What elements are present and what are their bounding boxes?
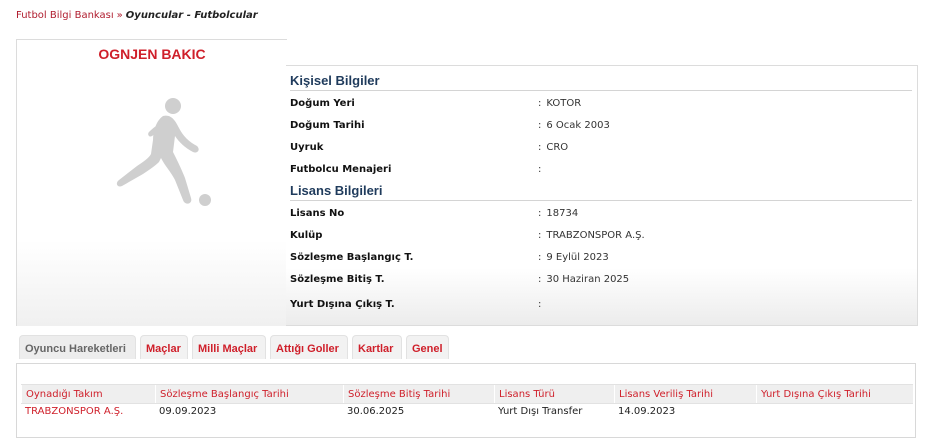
- info-row-club: Kulüp : TRABZONSPOR A.Ş.: [290, 230, 890, 246]
- breadcrumb-root-link[interactable]: Futbol Bilgi Bankası: [16, 10, 114, 21]
- player-photo-panel: OGNJEN BAKIC: [16, 39, 287, 326]
- column-header-contract-start: Sözleşme Başlangıç Tarihi: [155, 385, 343, 403]
- breadcrumb-separator: »: [116, 10, 123, 21]
- table-header: Oynadığı Takım Sözleşme Başlangıç Tarihi…: [21, 384, 913, 404]
- info-row-nationality: Uyruk : CRO: [290, 142, 890, 158]
- table-cell-license-type: Yurt Dışı Transfer: [498, 406, 583, 417]
- table-cell-contract-end: 30.06.2025: [347, 406, 405, 417]
- player-name: OGNJEN BAKIC: [98, 46, 206, 62]
- info-label: Futbolcu Menajeri: [290, 164, 392, 175]
- column-header-license-type: Lisans Türü: [494, 385, 614, 403]
- info-value: : TRABZONSPOR A.Ş.: [538, 230, 645, 241]
- info-row-contract-end: Sözleşme Bitiş T. :30 Haziran 2025: [290, 274, 890, 290]
- tab-oyuncu-hareketleri[interactable]: Oyuncu Hareketleri: [19, 335, 136, 359]
- info-value: :9 Eylül 2023: [538, 252, 609, 263]
- info-label: Lisans No: [290, 208, 345, 219]
- info-row-contract-start: Sözleşme Başlangıç T. :9 Eylül 2023: [290, 252, 890, 268]
- table-cell-license-issued: 14.09.2023: [618, 406, 676, 417]
- breadcrumb-current: Oyuncular - Futbolcular: [125, 10, 258, 21]
- info-label: Sözleşme Başlangıç T.: [290, 252, 414, 263]
- tab-attigi-goller[interactable]: Attığı Goller: [270, 335, 348, 359]
- info-label: Sözleşme Bitiş T.: [290, 274, 385, 285]
- info-value: : KOTOR: [538, 98, 582, 109]
- info-label: Uyruk: [290, 142, 324, 153]
- info-label: Yurt Dışına Çıkış T.: [290, 299, 395, 310]
- info-value: :18734: [538, 208, 579, 219]
- personal-info-title: Kişisel Bilgiler: [290, 73, 912, 91]
- column-header-license-issued: Lisans Veriliş Tarihi: [614, 385, 756, 403]
- tab-milli-maclar[interactable]: Milli Maçlar: [192, 335, 266, 359]
- info-row-birthplace: Doğum Yeri : KOTOR: [290, 98, 890, 114]
- tab-genel[interactable]: Genel: [406, 335, 449, 359]
- table-cell-contract-start: 09.09.2023: [159, 406, 217, 417]
- column-header-team: Oynadığı Takım: [21, 385, 155, 403]
- info-row-birthdate: Doğum Tarihi :6 Ocak 2003: [290, 120, 890, 136]
- info-value: :: [538, 164, 542, 175]
- info-label: Doğum Tarihi: [290, 120, 365, 131]
- table-cell-team[interactable]: TRABZONSPOR A.Ş.: [25, 406, 123, 417]
- info-value: :: [538, 299, 542, 310]
- info-value: :6 Ocak 2003: [538, 120, 610, 131]
- info-row-agent: Futbolcu Menajeri :: [290, 164, 890, 180]
- column-header-abroad-date: Yurt Dışına Çıkış Tarihi: [756, 385, 913, 403]
- info-label: Kulüp: [290, 230, 323, 241]
- tab-maclar[interactable]: Maçlar: [140, 335, 188, 359]
- player-info-panel: Kişisel Bilgiler Doğum Yeri : KOTOR Doğum…: [286, 65, 918, 326]
- breadcrumb: Futbol Bilgi Bankası» Oyuncular - Futbolc…: [16, 10, 258, 21]
- player-silhouette-icon: [116, 98, 211, 206]
- info-row-abroad-date: Yurt Dışına Çıkış T. :: [290, 299, 890, 315]
- info-value: :30 Haziran 2025: [538, 274, 630, 285]
- movements-table: Oynadığı Takım Sözleşme Başlangıç Tarihi…: [16, 363, 916, 438]
- tab-kartlar[interactable]: Kartlar: [352, 335, 402, 359]
- info-value: : CRO: [538, 142, 569, 153]
- column-header-contract-end: Sözleşme Bitiş Tarihi: [343, 385, 494, 403]
- info-label: Doğum Yeri: [290, 98, 355, 109]
- info-row-license-no: Lisans No :18734: [290, 208, 890, 224]
- license-info-title: Lisans Bilgileri: [290, 183, 912, 201]
